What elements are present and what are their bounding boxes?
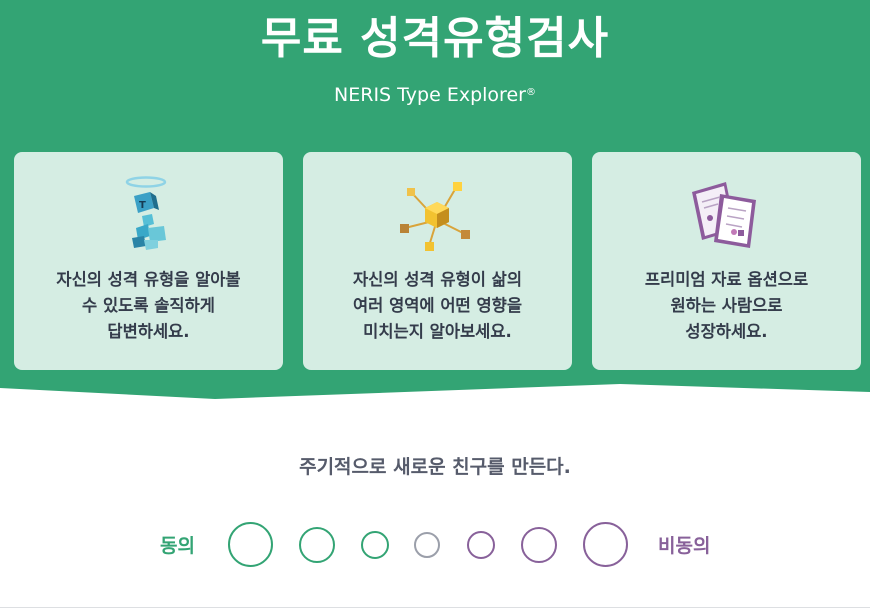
answer-option-neutral[interactable] (414, 532, 440, 558)
svg-text:T: T (139, 200, 146, 211)
answer-option-slightly-disagree[interactable] (467, 531, 495, 559)
cube-network-icon (397, 172, 479, 254)
info-card-premium-materials: 프리미엄 자료 옵션으로 원하는 사람으로 성장하세요. (592, 152, 861, 370)
registered-mark: ® (525, 87, 536, 98)
divider (0, 607, 870, 608)
card-text-line: 원하는 사람으로 (670, 296, 783, 315)
answer-option-strongly-agree[interactable] (228, 522, 273, 567)
card-text-line: 미치는지 알아보세요. (363, 322, 512, 341)
page-title: 무료 성격유형검사 (260, 13, 610, 64)
info-card-life-influence: 자신의 성격 유형이 삶의 여러 영역에 어떤 영향을 미치는지 알아보세요. (303, 152, 572, 370)
subtitle-text: NERIS Type Explorer (334, 84, 526, 106)
card-text: 자신의 성격 유형이 삶의 여러 영역에 어떤 영향을 미치는지 알아보세요. (313, 267, 562, 345)
answer-option-slightly-agree[interactable] (361, 531, 389, 559)
card-text-line: 여러 영역에 어떤 영향을 (352, 296, 523, 315)
card-text-line: 답변하세요. (107, 322, 190, 341)
card-text-line: 자신의 성격 유형이 삶의 (352, 270, 523, 289)
disagree-label: 비동의 (658, 535, 711, 557)
documents-icon (686, 172, 768, 254)
agree-label: 동의 (160, 535, 195, 557)
card-text-line: 자신의 성격 유형을 알아볼 (56, 270, 241, 289)
answer-option-strongly-disagree[interactable] (583, 522, 628, 567)
answer-option-agree[interactable] (299, 527, 335, 563)
answer-option-disagree[interactable] (521, 527, 557, 563)
page: 무료 성격유형검사 NERIS Type Explorer® T 자신의 성격 … (0, 0, 870, 615)
cube-figure-icon: T (108, 172, 190, 254)
question-text: 주기적으로 새로운 친구를 만든다. (299, 456, 571, 478)
card-text-line: 성장하세요. (685, 322, 768, 341)
info-card-honest-answers: T 자신의 성격 유형을 알아볼 수 있도록 솔직하게 답변하세요. (14, 152, 283, 370)
card-text-line: 수 있도록 솔직하게 (82, 296, 215, 315)
page-subtitle: NERIS Type Explorer® (0, 82, 870, 108)
card-text-line: 프리미엄 자료 옵션으로 (644, 270, 809, 289)
card-text: 자신의 성격 유형을 알아볼 수 있도록 솔직하게 답변하세요. (24, 267, 273, 345)
card-text: 프리미엄 자료 옵션으로 원하는 사람으로 성장하세요. (602, 267, 851, 345)
